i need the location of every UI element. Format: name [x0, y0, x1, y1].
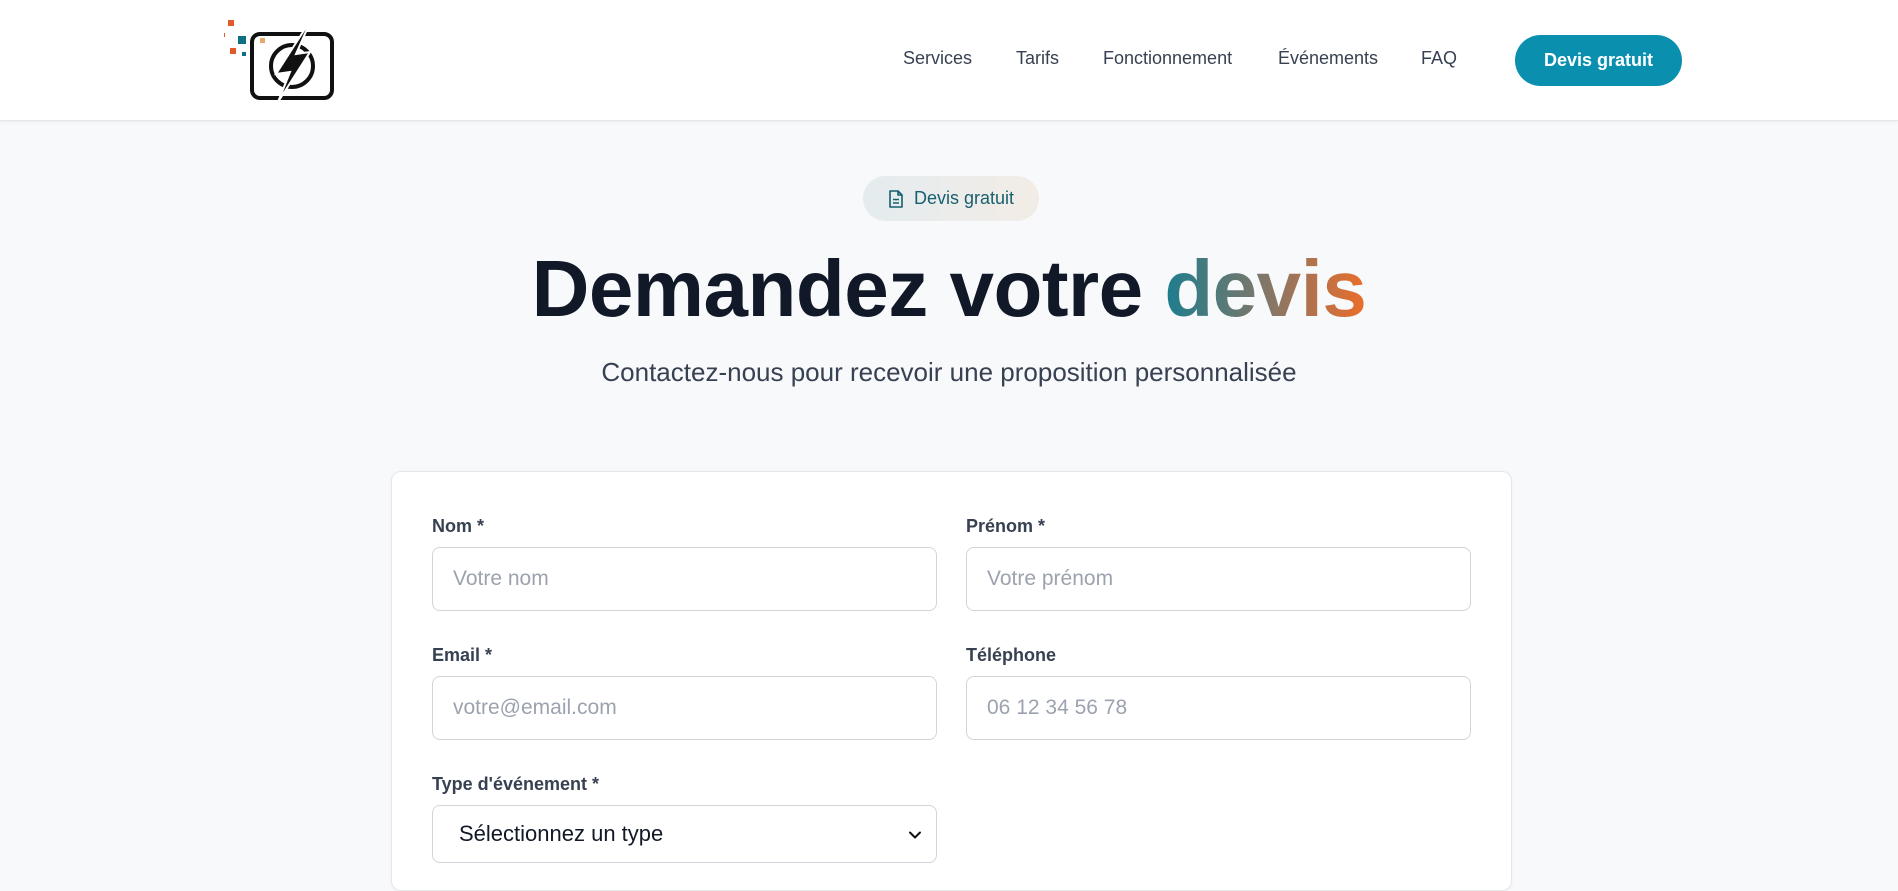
nav-fonctionnement[interactable]: Fonctionnement — [1103, 48, 1232, 69]
page-title: Demandez votre devis — [0, 244, 1898, 334]
prenom-input[interactable] — [966, 547, 1471, 611]
page-subtitle: Contactez-nous pour recevoir une proposi… — [601, 357, 1297, 387]
type-evenement-select[interactable]: Sélectionnez un type — [432, 805, 937, 863]
logo[interactable] — [221, 16, 336, 104]
lightning-camera-logo-icon — [221, 17, 334, 103]
title-accent: devis — [1164, 244, 1367, 333]
nom-input[interactable] — [432, 547, 937, 611]
nav-faq[interactable]: FAQ — [1421, 48, 1457, 69]
chevron-down-icon — [909, 831, 921, 839]
badge-label: Devis gratuit — [913, 188, 1015, 208]
quote-form: Nom * Prénom * Email * Téléphone Type d'… — [391, 471, 1512, 891]
telephone-input[interactable] — [966, 676, 1471, 740]
devis-badge: Devis gratuit — [863, 176, 1039, 221]
nom-label: Nom * — [432, 516, 485, 536]
nav-tarifs[interactable]: Tarifs — [1016, 48, 1059, 69]
type-evenement-label: Type d'événement * — [432, 774, 600, 794]
title-main: Demandez votre — [531, 244, 1165, 333]
type-evenement-value: Sélectionnez un type — [459, 821, 664, 846]
document-icon — [889, 189, 903, 208]
email-label: Email * — [432, 645, 493, 665]
site-header: Services Tarifs Fonctionnement Événement… — [0, 0, 1898, 121]
nav-evenements[interactable]: Événements — [1278, 48, 1378, 69]
nav-services[interactable]: Services — [903, 48, 972, 69]
prenom-label: Prénom * — [966, 516, 1046, 536]
devis-gratuit-button[interactable]: Devis gratuit — [1515, 35, 1682, 86]
telephone-label: Téléphone — [966, 645, 1057, 665]
email-input[interactable] — [432, 676, 937, 740]
